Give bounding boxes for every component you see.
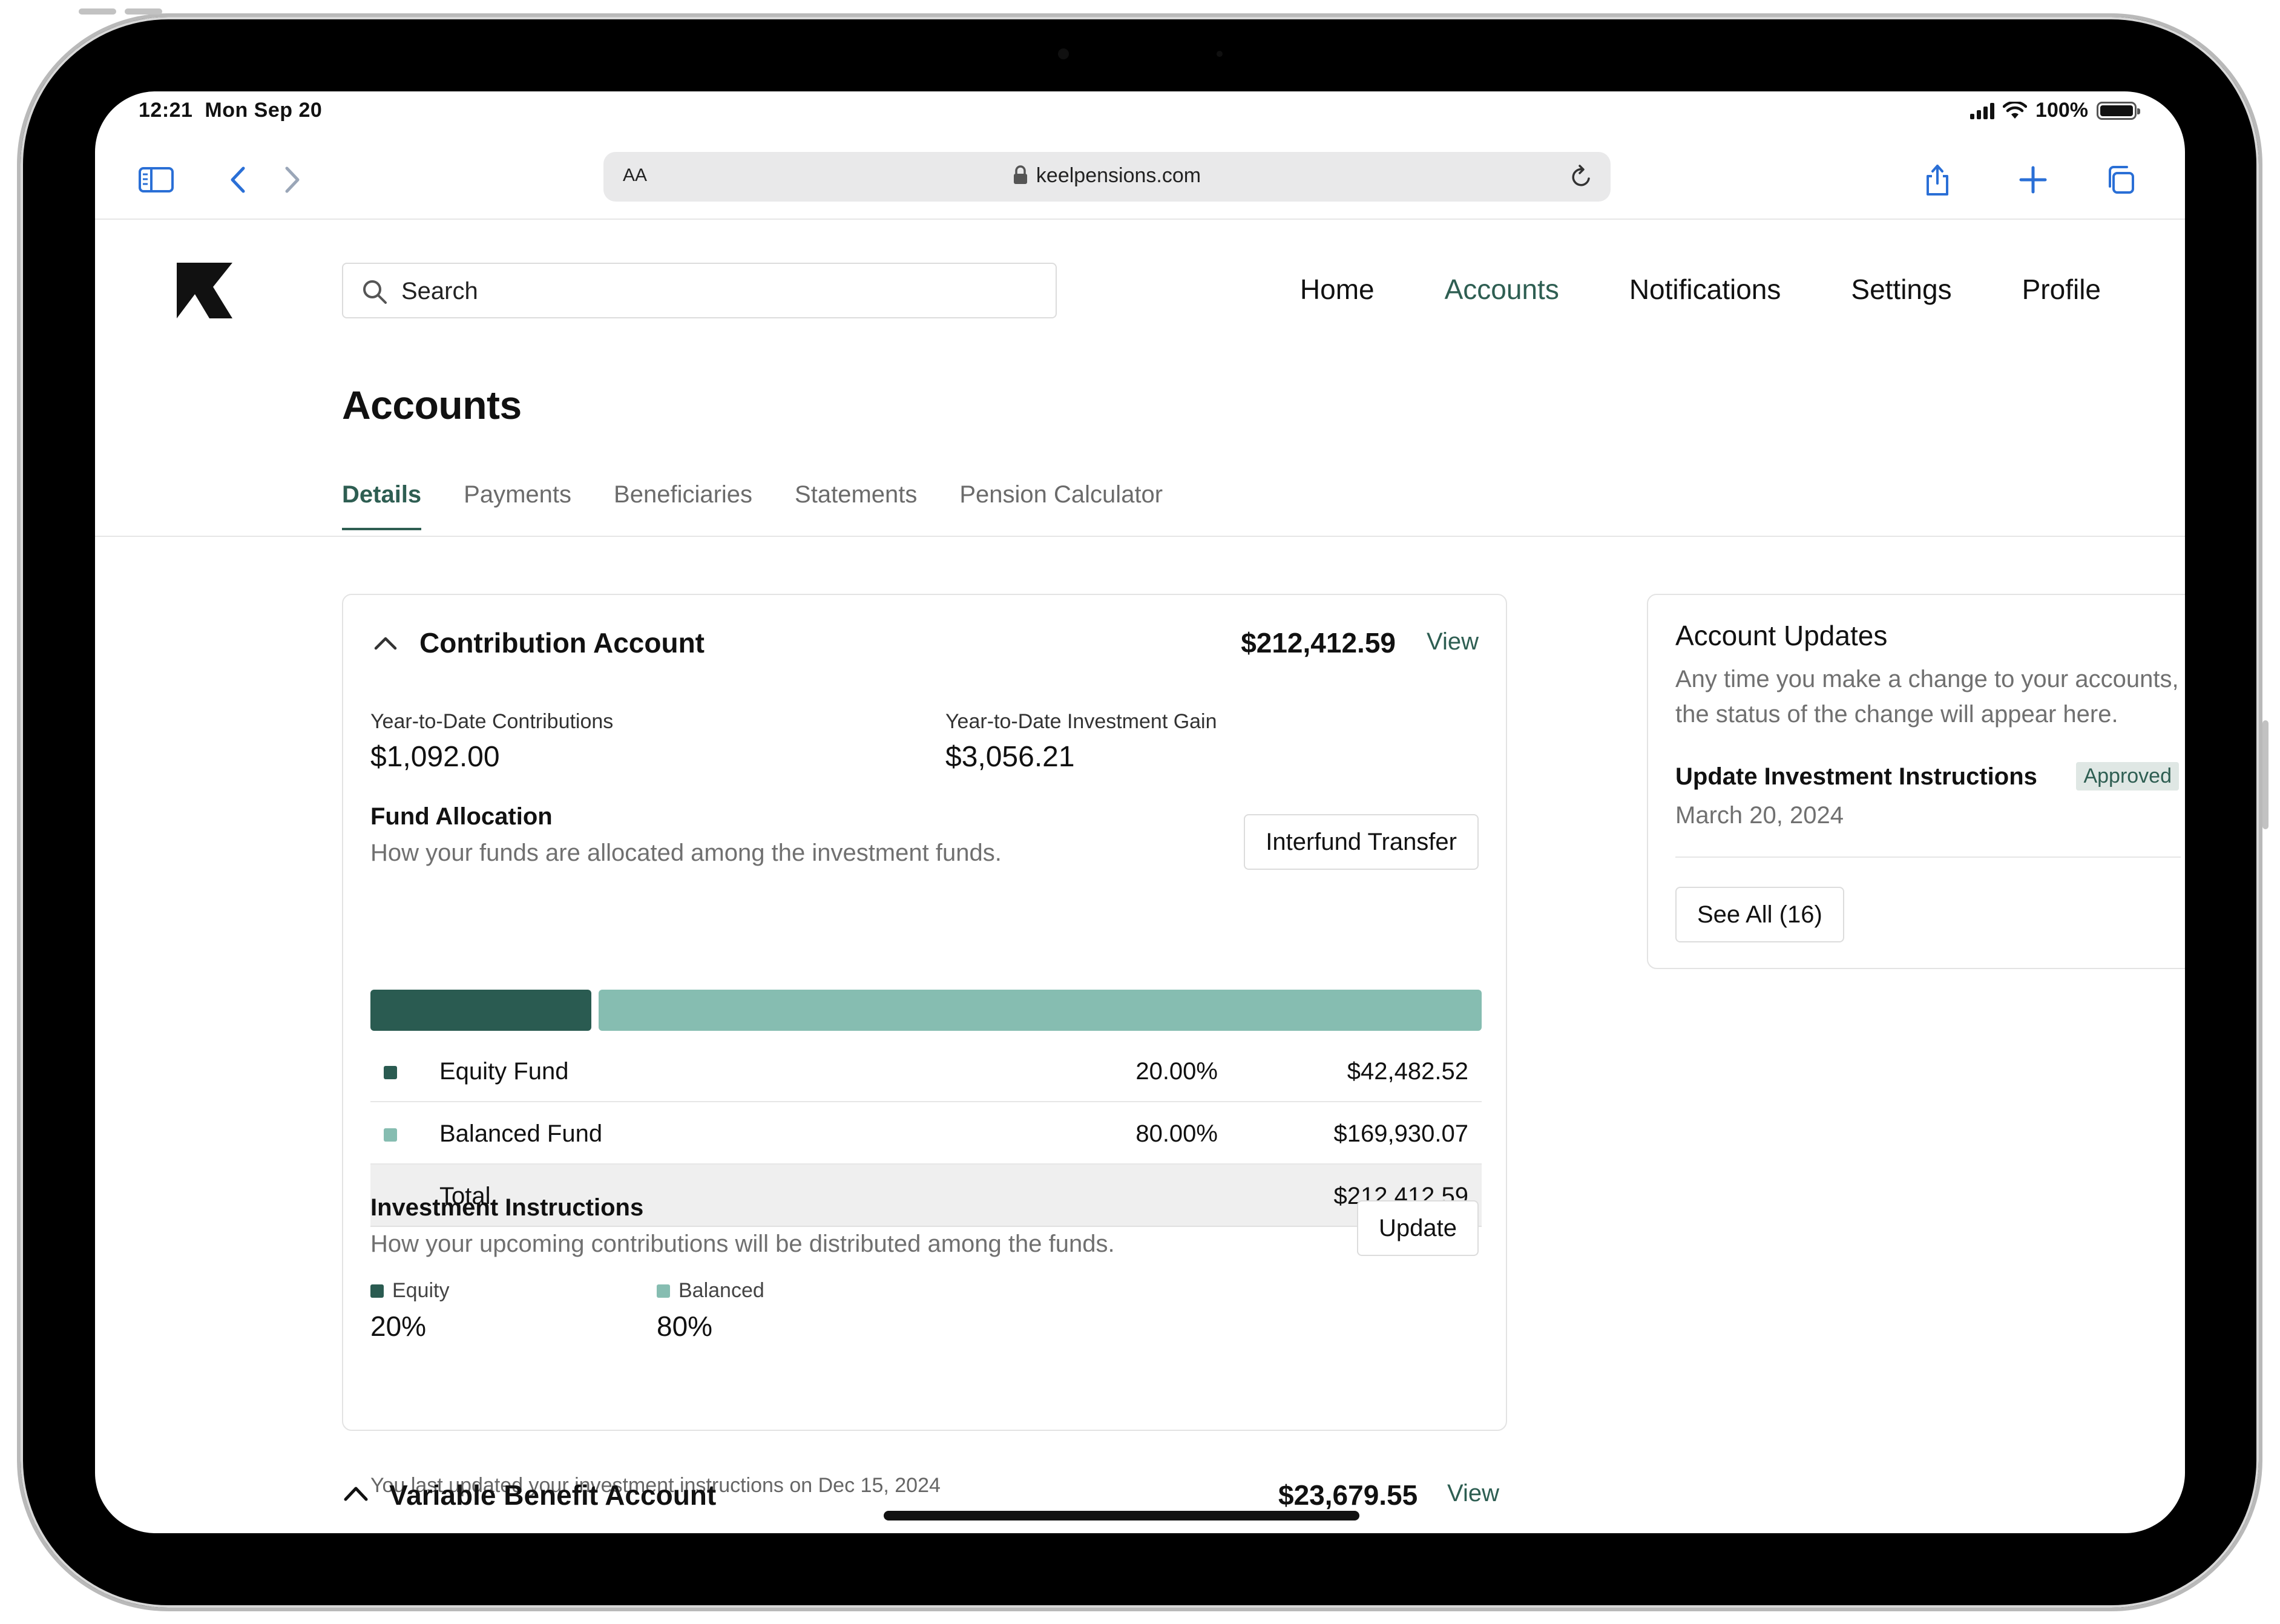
search-icon bbox=[363, 280, 387, 304]
search-input[interactable] bbox=[401, 275, 1007, 307]
ytd-contributions-label: Year-to-Date Contributions bbox=[370, 710, 614, 733]
investment-instructions-description: How your upcoming contributions will be … bbox=[370, 1231, 1115, 1257]
new-tab-icon[interactable] bbox=[2011, 158, 2055, 202]
instruction-balanced: Balanced 80% bbox=[657, 1279, 764, 1343]
fund-percent: 20.00% bbox=[1135, 1058, 1218, 1085]
account-updates-card: Account Updates Any time you make a chan… bbox=[1647, 594, 2185, 969]
instruction-label: Equity bbox=[392, 1279, 450, 1302]
fund-name: Equity Fund bbox=[439, 1058, 569, 1085]
back-icon[interactable] bbox=[216, 158, 260, 202]
volume-button bbox=[79, 8, 116, 15]
tab-beneficiaries[interactable]: Beneficiaries bbox=[614, 481, 752, 530]
sensor-icon bbox=[1217, 51, 1223, 57]
fund-name: Balanced Fund bbox=[439, 1120, 603, 1147]
cellular-signal-icon bbox=[1970, 102, 1995, 119]
url-display[interactable]: keelpensions.com bbox=[603, 164, 1611, 188]
nav-notifications[interactable]: Notifications bbox=[1629, 273, 1781, 306]
allocation-bar bbox=[370, 990, 1482, 1031]
battery-percent: 100% bbox=[2035, 99, 2088, 122]
contribution-account-card: Contribution Account $212,412.59 View Ye… bbox=[342, 594, 1507, 1497]
contribution-account-amount: $212,412.59 bbox=[1241, 627, 1396, 659]
table-row: Equity Fund 20.00% $42,482.52 bbox=[370, 1040, 1482, 1102]
ytd-gain-value: $3,056.21 bbox=[945, 741, 1075, 773]
balanced-color-swatch bbox=[657, 1284, 670, 1298]
page-title: Accounts bbox=[342, 383, 522, 427]
url-text: keelpensions.com bbox=[1036, 164, 1201, 187]
account-updates-title: Account Updates bbox=[1675, 620, 1888, 651]
ytd-contributions-value: $1,092.00 bbox=[370, 741, 500, 773]
updates-divider bbox=[1675, 856, 2181, 858]
status-indicators: 100% bbox=[1970, 99, 2140, 122]
front-camera-icon bbox=[1058, 48, 1069, 59]
tab-details[interactable]: Details bbox=[342, 481, 422, 530]
fund-allocation-description: How your funds are allocated among the i… bbox=[370, 840, 1002, 866]
chevron-up-icon[interactable] bbox=[373, 635, 398, 651]
main-nav: Home Accounts Notifications Settings Pro… bbox=[1300, 273, 2101, 306]
update-item-date: March 20, 2024 bbox=[1675, 802, 1844, 829]
see-all-button[interactable]: See All (16) bbox=[1675, 887, 1844, 942]
volume-button bbox=[125, 8, 162, 15]
allocation-segment-balanced bbox=[598, 990, 1482, 1031]
forward-icon[interactable] bbox=[271, 158, 314, 202]
instruction-equity: Equity 20% bbox=[370, 1279, 450, 1343]
fund-percent: 80.00% bbox=[1135, 1120, 1218, 1147]
lock-icon bbox=[1013, 165, 1027, 184]
update-item-title[interactable]: Update Investment Instructions bbox=[1675, 763, 2037, 791]
power-button bbox=[2262, 720, 2269, 829]
update-instructions-button[interactable]: Update bbox=[1357, 1200, 1479, 1256]
nav-profile[interactable]: Profile bbox=[2022, 273, 2101, 306]
balanced-color-swatch bbox=[384, 1128, 397, 1142]
screen: 12:21 Mon Sep 20 100% AA keelpensions.co… bbox=[95, 91, 2185, 1533]
instruction-label: Balanced bbox=[678, 1279, 764, 1302]
reload-icon[interactable] bbox=[1569, 163, 1594, 189]
variable-benefit-amount: $23,679.55 bbox=[1278, 1479, 1418, 1511]
fund-allocation-title: Fund Allocation bbox=[370, 803, 553, 830]
tabs-overview-icon[interactable] bbox=[2098, 158, 2142, 202]
battery-icon bbox=[2097, 101, 2140, 120]
table-row: Balanced Fund 80.00% $169,930.07 bbox=[370, 1102, 1482, 1165]
variable-benefit-view-link[interactable]: View bbox=[1447, 1480, 1499, 1507]
home-indicator bbox=[884, 1511, 1359, 1520]
contribution-account-title: Contribution Account bbox=[419, 627, 705, 659]
account-tabs: Details Payments Beneficiaries Statement… bbox=[342, 481, 1163, 530]
status-time: 12:21 Mon Sep 20 bbox=[139, 99, 322, 122]
status-badge: Approved bbox=[2076, 762, 2179, 791]
time-text: 12:21 bbox=[139, 99, 193, 122]
tab-statements[interactable]: Statements bbox=[795, 481, 917, 530]
ytd-gain-label: Year-to-Date Investment Gain bbox=[945, 710, 1217, 733]
tabs-divider bbox=[95, 536, 2185, 537]
tab-payments[interactable]: Payments bbox=[464, 481, 571, 530]
nav-accounts[interactable]: Accounts bbox=[1445, 273, 1559, 306]
allocation-segment-equity bbox=[370, 990, 591, 1031]
status-bar: 12:21 Mon Sep 20 100% bbox=[95, 91, 2185, 140]
fund-amount: $42,482.52 bbox=[1347, 1058, 1468, 1085]
instruction-value: 80% bbox=[657, 1310, 713, 1342]
contribution-view-link[interactable]: View bbox=[1427, 628, 1479, 656]
equity-color-swatch bbox=[370, 1284, 384, 1298]
investment-instructions-title: Investment Instructions bbox=[370, 1194, 644, 1221]
instruction-value: 20% bbox=[370, 1310, 427, 1342]
nav-settings[interactable]: Settings bbox=[1851, 273, 1951, 306]
chevron-up-icon[interactable] bbox=[343, 1485, 369, 1502]
address-bar[interactable]: AA keelpensions.com bbox=[603, 152, 1611, 202]
wifi-icon bbox=[2003, 101, 2028, 119]
date-text: Mon Sep 20 bbox=[205, 99, 323, 122]
sidebar-toggle-icon[interactable] bbox=[134, 158, 178, 202]
tab-pension-calculator[interactable]: Pension Calculator bbox=[959, 481, 1163, 530]
share-icon[interactable] bbox=[1916, 158, 1959, 202]
variable-benefit-title: Variable Benefit Account bbox=[389, 1479, 717, 1511]
account-updates-description: Any time you make a change to your accou… bbox=[1675, 666, 2179, 728]
fund-amount: $169,930.07 bbox=[1333, 1120, 1468, 1147]
search-box[interactable] bbox=[342, 263, 1057, 318]
interfund-transfer-button[interactable]: Interfund Transfer bbox=[1244, 814, 1479, 870]
nav-home[interactable]: Home bbox=[1300, 273, 1375, 306]
keel-logo-icon[interactable] bbox=[177, 263, 232, 318]
equity-color-swatch bbox=[384, 1066, 397, 1079]
